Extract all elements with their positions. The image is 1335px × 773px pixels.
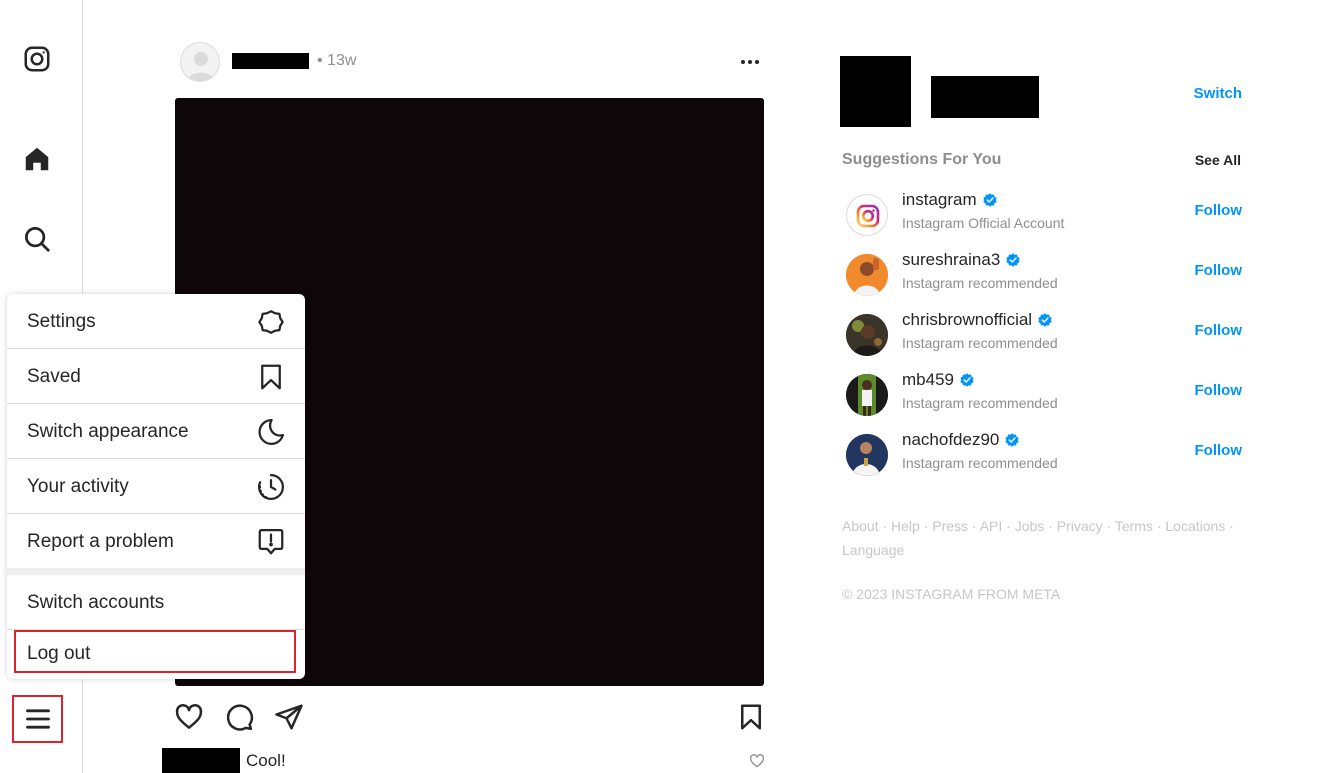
more-options-icon[interactable] xyxy=(739,54,761,70)
log-out-highlight xyxy=(14,630,296,673)
moon-icon xyxy=(258,418,284,445)
menu-button[interactable] xyxy=(12,695,63,743)
report-icon xyxy=(258,529,284,555)
menu-item-switch-accounts[interactable]: Switch accounts xyxy=(7,575,305,630)
menu-item-label: Settings xyxy=(27,311,96,332)
suggestion-subtitle: Instagram recommended xyxy=(902,455,1058,471)
follow-button[interactable]: Follow xyxy=(1195,442,1243,459)
username-text: nachofdez90 xyxy=(902,430,1000,449)
follow-button[interactable]: Follow xyxy=(1195,382,1243,399)
save-bookmark-icon[interactable] xyxy=(734,700,768,734)
avatar[interactable] xyxy=(846,194,888,236)
suggestion-row: sureshraina3 Instagram recommended Follo… xyxy=(846,250,1242,298)
redacted-profile-name xyxy=(931,76,1039,118)
switch-account-link[interactable]: Switch xyxy=(1194,85,1242,102)
search-icon[interactable] xyxy=(20,222,54,256)
username-text: sureshraina3 xyxy=(902,250,1001,269)
suggestion-row: chrisbrownofficial Instagram recommended… xyxy=(846,310,1242,358)
redacted-username xyxy=(232,53,309,69)
settings-icon xyxy=(258,310,284,334)
post-header: • 13w xyxy=(180,42,765,82)
suggestion-row: instagram Instagram Official Account Fol… xyxy=(846,190,1242,238)
bookmark-icon xyxy=(261,364,281,390)
suggestion-username[interactable]: nachofdez90 xyxy=(902,430,1020,450)
post-author-avatar[interactable] xyxy=(180,42,220,82)
avatar[interactable] xyxy=(846,314,888,356)
footer-links[interactable]: About · Help · Press · API · Jobs · Priv… xyxy=(842,514,1242,562)
more-menu-dropdown: Settings Saved Switch appearance Your ac… xyxy=(7,294,305,679)
verified-badge-icon xyxy=(1038,313,1052,327)
activity-clock-icon xyxy=(258,474,284,500)
comment-like-heart-icon[interactable] xyxy=(749,753,765,769)
suggestion-row: mb459 Instagram recommended Follow xyxy=(846,370,1242,418)
follow-button[interactable]: Follow xyxy=(1195,262,1243,279)
see-all-link[interactable]: See All xyxy=(1195,152,1241,168)
suggestions-title: Suggestions For You xyxy=(842,151,1002,168)
menu-separator xyxy=(7,568,305,575)
right-sidebar: Switch Suggestions For You See All insta… xyxy=(840,56,1242,616)
verified-badge-icon xyxy=(982,193,997,207)
post-actions xyxy=(170,700,770,736)
post-time: • 13w xyxy=(317,52,357,69)
share-send-icon[interactable] xyxy=(272,700,306,734)
menu-item-label: Switch accounts xyxy=(27,592,165,613)
like-heart-icon[interactable] xyxy=(172,700,206,734)
menu-item-settings[interactable]: Settings xyxy=(7,294,305,349)
avatar[interactable] xyxy=(846,374,888,416)
follow-button[interactable]: Follow xyxy=(1195,322,1243,339)
suggestion-username[interactable]: chrisbrownofficial xyxy=(902,310,1053,330)
menu-item-label: Your activity xyxy=(27,476,129,497)
suggestion-row: nachofdez90 Instagram recommended Follow xyxy=(846,430,1242,478)
suggestion-subtitle: Instagram Official Account xyxy=(902,215,1065,231)
suggestion-subtitle: Instagram recommended xyxy=(902,335,1058,351)
menu-item-switch-appearance[interactable]: Switch appearance xyxy=(7,404,305,459)
redacted-profile-avatar xyxy=(840,56,911,127)
menu-item-report-a-problem[interactable]: Report a problem xyxy=(7,514,305,569)
verified-badge-icon xyxy=(960,373,974,387)
menu-item-label: Switch appearance xyxy=(27,421,189,442)
username-text: mb459 xyxy=(902,370,954,389)
suggestion-subtitle: Instagram recommended xyxy=(902,395,1058,411)
menu-item-saved[interactable]: Saved xyxy=(7,349,305,404)
follow-button[interactable]: Follow xyxy=(1195,202,1243,219)
menu-item-your-activity[interactable]: Your activity xyxy=(7,459,305,514)
suggestion-subtitle: Instagram recommended xyxy=(902,275,1058,291)
suggestion-username[interactable]: sureshraina3 xyxy=(902,250,1021,270)
suggestion-username[interactable]: instagram xyxy=(902,190,998,210)
avatar[interactable] xyxy=(846,254,888,296)
post-caption: Cool! xyxy=(246,751,286,770)
menu-icon xyxy=(25,709,50,729)
verified-badge-icon xyxy=(1006,253,1020,267)
verified-badge-icon xyxy=(1005,433,1020,447)
avatar[interactable] xyxy=(846,434,888,476)
menu-item-label: Saved xyxy=(27,366,81,387)
home-icon[interactable] xyxy=(20,142,54,176)
suggestion-username[interactable]: mb459 xyxy=(902,370,975,390)
copyright: © 2023 INSTAGRAM FROM META xyxy=(842,586,1061,602)
username-text: chrisbrownofficial xyxy=(902,310,1033,329)
username-text: instagram xyxy=(902,190,977,209)
comment-icon[interactable] xyxy=(222,700,256,734)
menu-item-label: Report a problem xyxy=(27,531,174,552)
redacted-caption-username xyxy=(162,748,240,773)
instagram-logo-icon[interactable] xyxy=(20,42,54,76)
